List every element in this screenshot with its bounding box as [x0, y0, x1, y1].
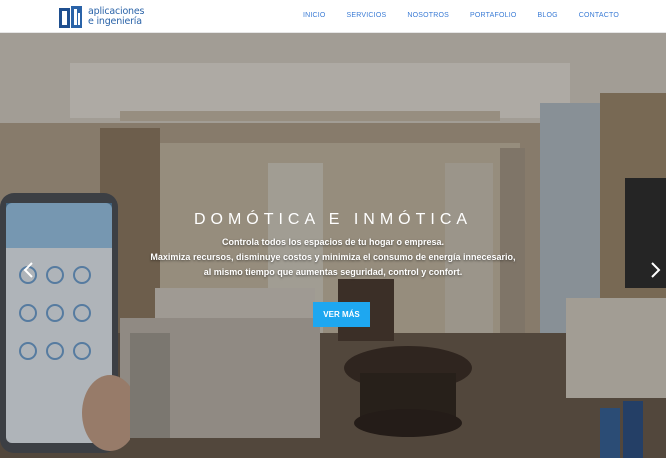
logo-line-2: e ingeniería	[88, 16, 142, 27]
nav-portafolio[interactable]: PORTAFOLIO	[470, 12, 516, 19]
nav-servicios[interactable]: SERVICIOS	[347, 12, 387, 19]
hero-title: DOMÓTICA E INMÓTICA	[193, 211, 473, 228]
nav-blog[interactable]: BLOG	[538, 12, 558, 19]
site-logo[interactable]: aplicaciones e ingeniería	[58, 4, 144, 30]
next-slide-icon[interactable]	[648, 261, 662, 279]
hero-slider: DOMÓTICA E INMÓTICA Controla todos los e…	[0, 33, 666, 458]
main-nav: INICIO SERVICIOS NOSOTROS PORTAFOLIO BLO…	[282, 12, 619, 19]
ver-mas-button[interactable]: VER MÁS	[313, 302, 370, 327]
nav-nosotros[interactable]: NOSOTROS	[407, 12, 449, 19]
previous-slide-icon[interactable]	[22, 261, 36, 279]
nav-contacto[interactable]: CONTACTO	[579, 12, 619, 19]
logo-mark-icon	[58, 4, 84, 30]
site-header: aplicaciones e ingeniería INICIO SERVICI…	[0, 0, 666, 33]
hero-subtitle-line-1: Controla todos los espacios de tu hogar …	[221, 237, 445, 247]
logo-text: aplicaciones e ingeniería	[88, 7, 144, 27]
hero-subtitle-line-3: al mismo tiempo que aumentas seguridad, …	[203, 267, 463, 277]
hero-subtitle-line-2: Maximiza recursos, disminuye costos y mi…	[150, 252, 516, 262]
nav-inicio[interactable]: INICIO	[303, 12, 326, 19]
